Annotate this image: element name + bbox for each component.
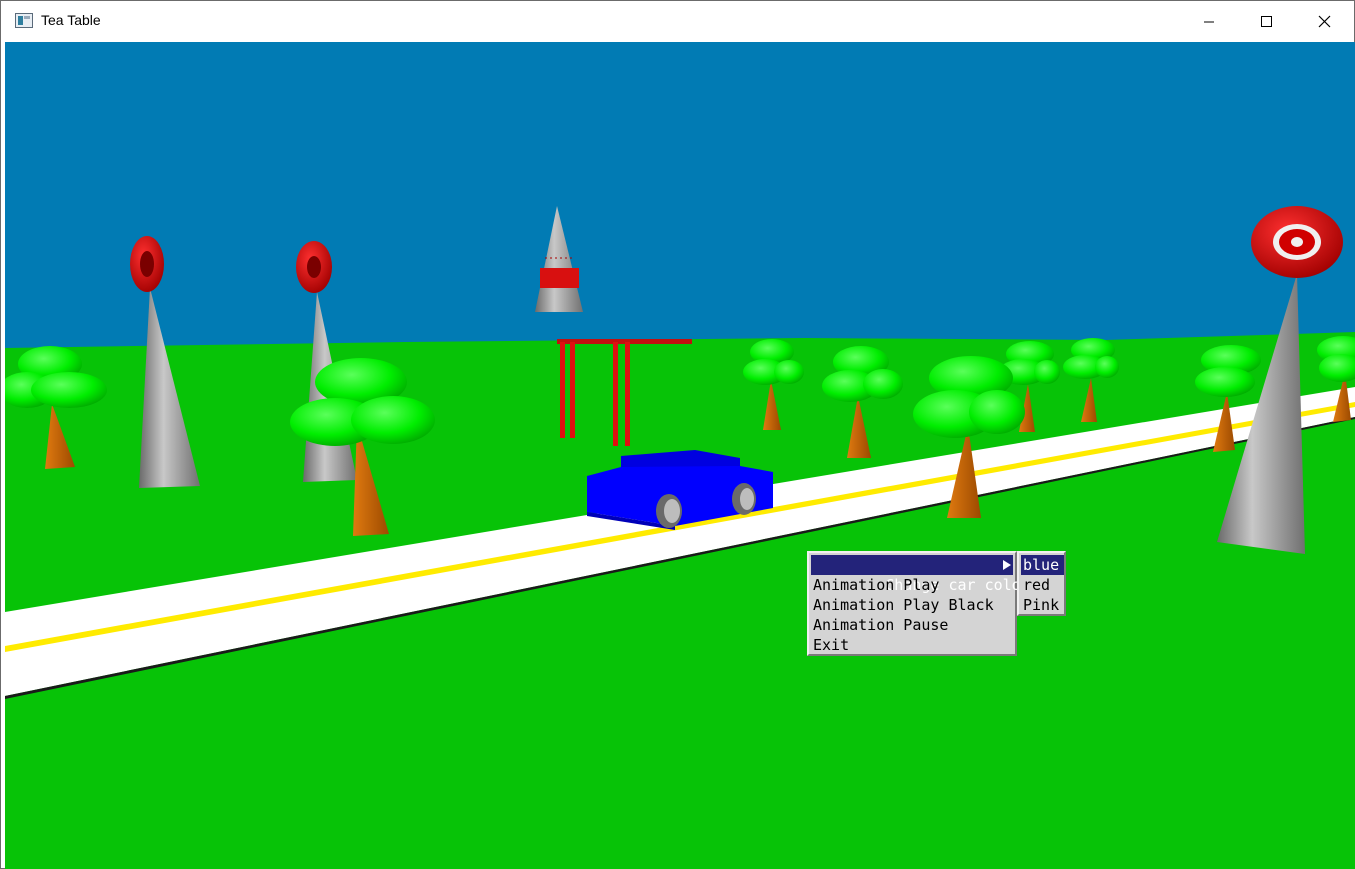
maximize-button[interactable] (1238, 1, 1296, 41)
window-title: Tea Table (41, 12, 101, 28)
minimize-icon (1204, 21, 1214, 23)
title-bar[interactable]: Tea Table (1, 1, 1354, 41)
menu-item-animation-pause[interactable]: Animation Pause (811, 615, 1013, 635)
maximize-icon (1261, 16, 1272, 27)
menu-item-animation-play-black[interactable]: Animation Play Black (811, 595, 1013, 615)
close-button[interactable] (1296, 1, 1354, 41)
minimize-button[interactable] (1180, 1, 1238, 41)
scene-canvas[interactable] (5, 42, 1355, 869)
submenu-item-red[interactable]: red (1021, 575, 1064, 595)
opengl-scene[interactable]: Change car colors Animation Play Animati… (5, 42, 1355, 869)
menu-item-exit[interactable]: Exit (811, 635, 1013, 655)
app-icon (15, 13, 33, 28)
submenu-arrow-icon (1003, 560, 1011, 570)
app-window: Tea Table Change car colors Animation Pl… (0, 0, 1355, 869)
context-menu: Change car colors Animation Play Animati… (807, 551, 1039, 656)
menu-item-animation-play[interactable]: Animation Play (811, 575, 1013, 595)
close-icon (1318, 15, 1331, 28)
submenu-item-blue[interactable]: blue (1021, 555, 1064, 575)
submenu-item-pink[interactable]: Pink (1021, 595, 1064, 615)
color-submenu: blue red Pink (1017, 551, 1066, 616)
menu-item-change-car-colors[interactable]: Change car colors (811, 555, 1039, 594)
sky (5, 42, 1355, 352)
